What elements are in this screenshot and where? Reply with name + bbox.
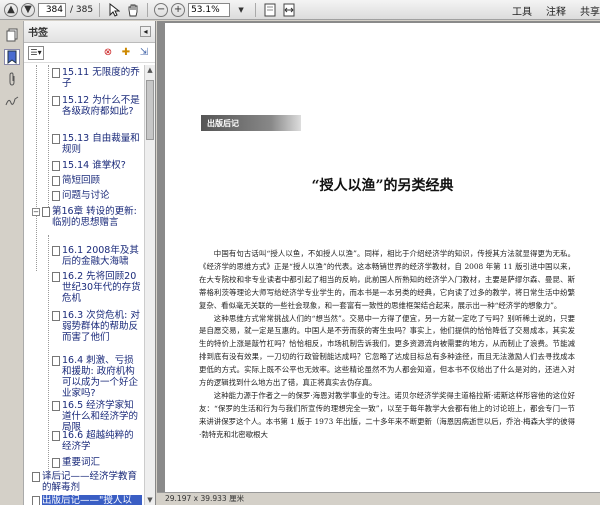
page-icon: [52, 311, 60, 321]
expand-bookmark-icon[interactable]: ⇲: [137, 46, 151, 60]
previous-page-icon[interactable]: ▲: [4, 2, 18, 17]
zoom-level-input[interactable]: [188, 2, 231, 17]
new-bookmark-icon[interactable]: ✚: [119, 46, 133, 60]
menu-tools[interactable]: 工具: [512, 3, 532, 18]
bookmark-item-selected[interactable]: 出版后记——"授人以渔"的另类经典: [32, 495, 142, 505]
bookmark-item[interactable]: 15.11 无限度的乔子: [52, 67, 142, 89]
scroll-up-icon[interactable]: ▲: [145, 65, 155, 75]
bookmark-item[interactable]: 16.5 经济学家知道什么和经济学的局限: [52, 400, 142, 433]
page-icon: [52, 356, 60, 366]
bookmark-item[interactable]: 16.2 先将回顾20世纪30年代的存货危机: [52, 271, 142, 304]
bookmarks-panel: 书签 ◂ ☰▾ ⊗ ✚ ⇲ 15.11 无限度的乔子 15.12 为什么不是各级…: [24, 21, 156, 505]
page-icon: [32, 496, 40, 505]
bookmark-item[interactable]: 重要词汇: [52, 457, 142, 468]
menu-share[interactable]: 共享: [580, 3, 600, 18]
toolbar-right-menu: 工具 注释 共享: [512, 0, 600, 20]
scroll-down-icon[interactable]: ▼: [145, 495, 155, 505]
bookmark-item[interactable]: 16.6 超越纯粹的经济学: [52, 430, 142, 452]
bookmarks-panel-header: 书签 ◂: [24, 21, 155, 43]
page-icon: [52, 431, 60, 441]
section-label: 出版后记: [207, 118, 239, 128]
bookmarks-panel-tools: ☰▾ ⊗ ✚ ⇲: [24, 43, 155, 63]
page-total-label: / 385: [70, 4, 94, 15]
signatures-icon[interactable]: [4, 93, 20, 109]
fit-page-icon[interactable]: [262, 2, 278, 18]
bookmark-item[interactable]: 16.4 刺激、亏损和援助: 政府机构可以成为一个好企业家吗?: [52, 355, 142, 399]
bookmark-item[interactable]: 16.3 次贷危机: 对弱势群体的帮助反而害了他们: [52, 310, 142, 343]
toolbar-divider: [99, 2, 101, 17]
next-page-icon[interactable]: ▼: [21, 2, 35, 17]
document-page: 出版后记 “授人以渔”的另类经典 中国有句古话叫“授人以鱼，不如授人以渔”。同样…: [165, 23, 600, 492]
page-number-input[interactable]: [38, 2, 66, 17]
page-icon: [52, 458, 60, 468]
page-icon: [32, 472, 40, 482]
attachments-icon[interactable]: [4, 71, 20, 87]
scrollbar-thumb[interactable]: [146, 80, 154, 140]
main-toolbar: ▲ ▼ / 385 − + ▼ 工具 注释 共享: [0, 0, 600, 20]
fit-width-icon[interactable]: [281, 2, 297, 18]
select-tool-icon[interactable]: [106, 2, 122, 18]
hand-tool-icon[interactable]: [125, 2, 141, 18]
page-size-label: 29.197 x 39.933 厘米: [165, 494, 245, 503]
page-icon: [52, 246, 60, 256]
zoom-dropdown-icon[interactable]: ▼: [233, 2, 249, 18]
zoom-out-icon[interactable]: −: [154, 2, 169, 17]
bookmark-item[interactable]: 15.13 自由裁量和规则: [52, 133, 142, 155]
paragraph: 中国有句古话叫“授人以鱼，不如授人以渔”。同样，相比于介绍经济学的知识，传授其方…: [199, 249, 575, 310]
bookmark-item[interactable]: 15.14 谁掌权?: [52, 160, 142, 171]
page-icon: [52, 134, 60, 144]
page-icon: [52, 401, 60, 411]
bookmark-item[interactable]: 问题与讨论: [52, 190, 142, 201]
bookmarks-panel-title: 书签: [28, 28, 48, 39]
collapse-toggle-icon[interactable]: −: [32, 208, 40, 216]
page-icon: [52, 96, 60, 106]
body-text: 中国有句古话叫“授人以鱼，不如授人以渔”。同样，相比于介绍经济学的知识，传授其方…: [199, 248, 575, 442]
paragraph: 这种能力源于作者之一的保罗·海恩对教学事业的专注。诺贝尔经济学奖得主道格拉斯·诺…: [199, 390, 575, 439]
pages-icon[interactable]: [4, 27, 20, 43]
menu-comment[interactable]: 注释: [546, 3, 566, 18]
page-icon: [52, 176, 60, 186]
bookmark-scrollbar[interactable]: ▲ ▼: [144, 65, 155, 505]
bookmark-item[interactable]: 15.12 为什么不是各级政府都如此?: [52, 95, 142, 117]
page-icon: [52, 161, 60, 171]
bookmark-tree: 15.11 无限度的乔子 15.12 为什么不是各级政府都如此? 15.13 自…: [24, 65, 144, 505]
toolbar-divider: [255, 2, 257, 17]
toolbar-divider: [147, 2, 149, 17]
paragraph: 这种思维方式常常挑战人们的“想当然”。交易中一方得了便宜，另一方就一定吃了亏吗？…: [199, 313, 575, 388]
page-icon: [52, 68, 60, 78]
options-menu-icon[interactable]: ☰▾: [28, 45, 44, 60]
zoom-in-icon[interactable]: +: [171, 2, 186, 17]
bookmark-chapter-16[interactable]: − 第16章 转设的更新: 临别的思想赠言: [32, 206, 142, 228]
panel-collapse-icon[interactable]: ◂: [140, 26, 151, 37]
bookmark-item[interactable]: 简短回顾: [52, 175, 142, 186]
section-header-band: 出版后记: [201, 115, 301, 131]
page-icon: [52, 191, 60, 201]
page-title: “授人以渔”的另类经典: [311, 178, 454, 194]
navigation-strip: [0, 21, 24, 505]
status-bar: 29.197 x 39.933 厘米: [157, 492, 600, 505]
bookmark-item[interactable]: 16.1 2008年及其后的金融大海啸: [52, 245, 142, 267]
bookmark-item[interactable]: 译后记——经济学教育的解毒剂: [32, 471, 142, 493]
page-icon: [42, 207, 50, 217]
page-icon: [52, 272, 60, 282]
document-viewer[interactable]: 出版后记 “授人以渔”的另类经典 中国有句古话叫“授人以鱼，不如授人以渔”。同样…: [157, 21, 600, 492]
bookmarks-icon[interactable]: [3, 49, 20, 65]
delete-bookmark-icon[interactable]: ⊗: [101, 46, 115, 60]
